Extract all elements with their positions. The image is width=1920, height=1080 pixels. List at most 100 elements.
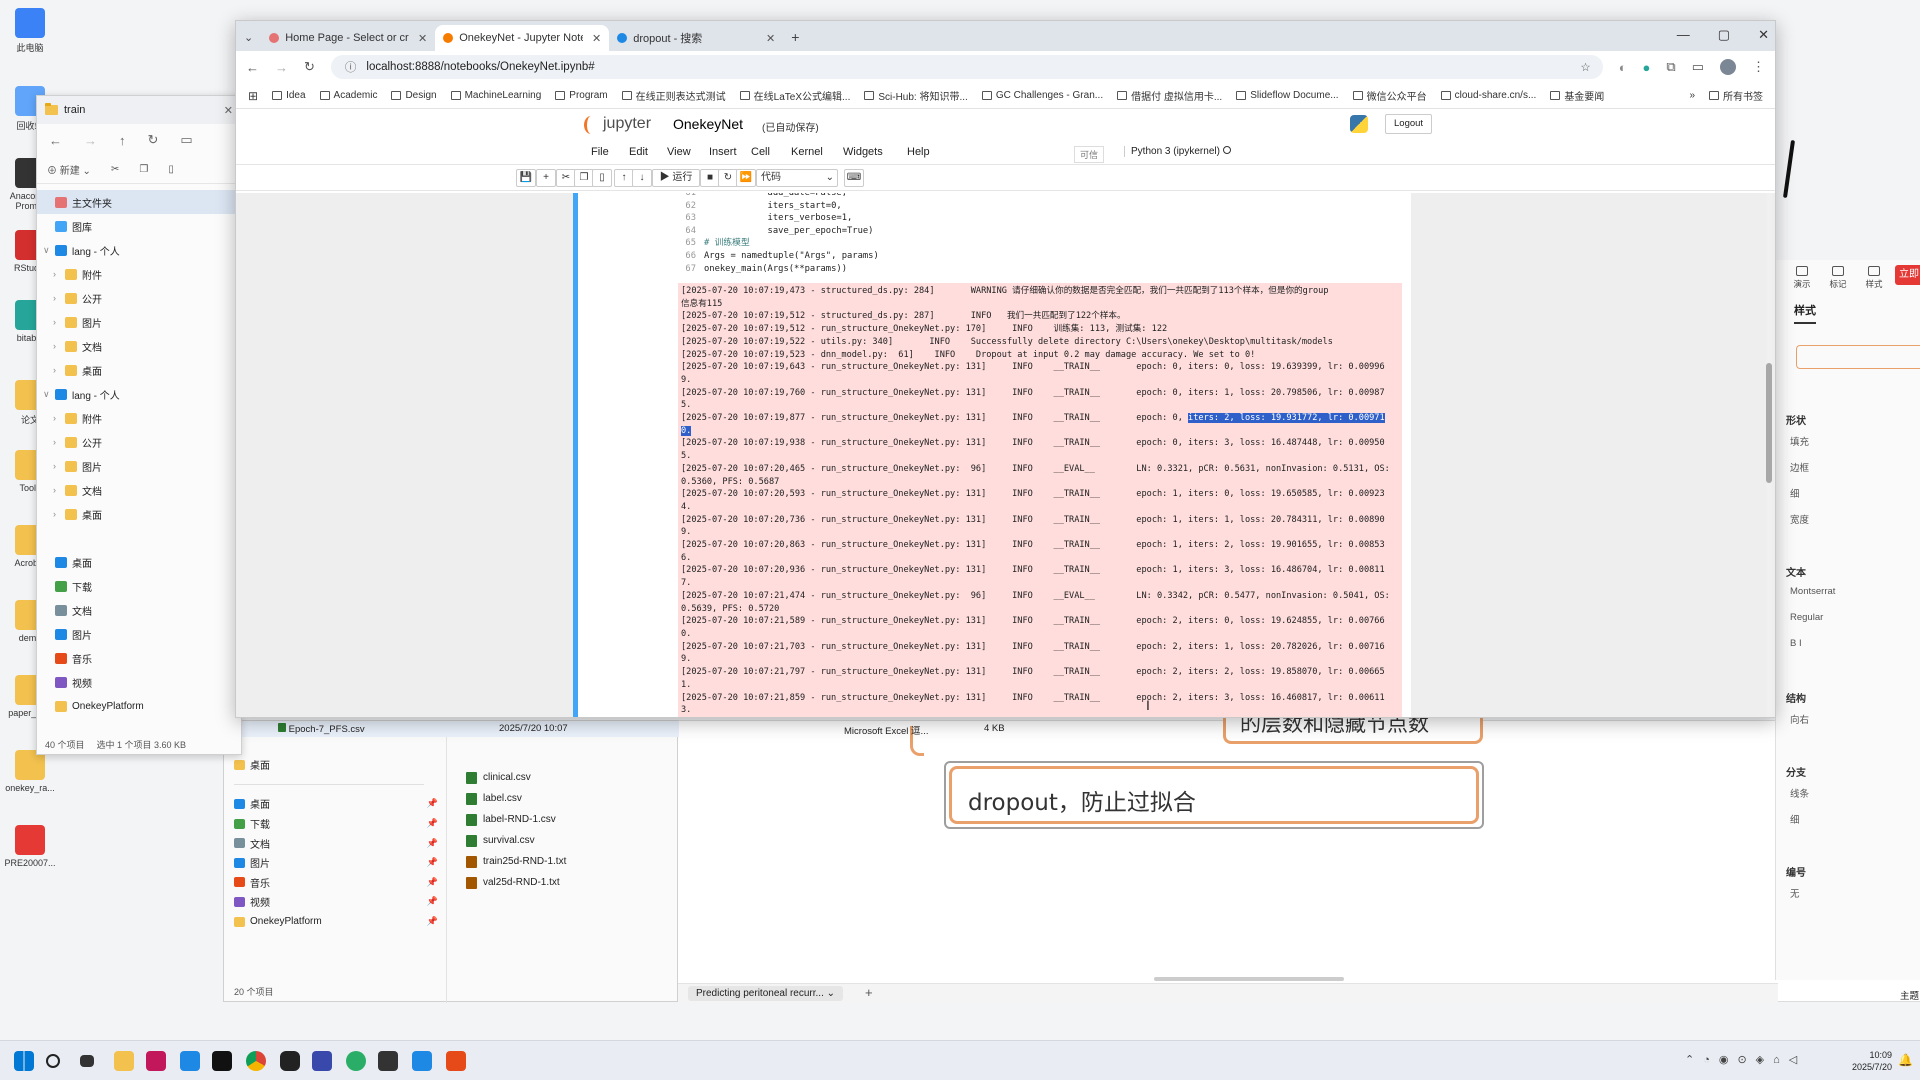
chrome-icon[interactable]: [246, 1051, 266, 1071]
tab-list-icon[interactable]: ⌄: [244, 31, 253, 44]
menu-widgets[interactable]: Widgets: [843, 146, 883, 158]
logout-button[interactable]: Logout: [1385, 114, 1433, 134]
expand-chevron-icon[interactable]: ∨: [43, 389, 55, 400]
nav-item[interactable]: 音乐 📌: [234, 873, 444, 893]
move-up-icon[interactable]: ↑: [614, 169, 634, 187]
nav-item[interactable]: 桌面 📌: [234, 794, 444, 814]
code-cell[interactable]: 61 add_date=False, 62 iters_start=0, 63 it…: [573, 193, 1411, 717]
panel-section-item[interactable]: 细: [1790, 812, 1800, 826]
scrollbar-thumb[interactable]: [1766, 363, 1772, 483]
file-item[interactable]: val25d-RND-1.txt: [456, 872, 676, 893]
file-item[interactable]: label-RND-1.csv: [456, 809, 676, 830]
forward-icon[interactable]: →: [84, 133, 97, 148]
pin-icon[interactable]: 📌: [427, 798, 438, 809]
bookmark-item[interactable]: MachineLearning: [450, 90, 541, 101]
cut-icon[interactable]: ✂: [111, 164, 119, 175]
mindmap-node-dropout[interactable]: dropout，防止过拟合: [949, 766, 1479, 824]
nav-item[interactable]: 下载 📌: [234, 814, 444, 834]
file-explorer-icon[interactable]: [114, 1051, 134, 1071]
task-view-icon[interactable]: [80, 1055, 94, 1067]
app-icon-1[interactable]: [146, 1051, 166, 1071]
pycharm-icon[interactable]: [212, 1051, 232, 1071]
browser-tab[interactable]: OnekeyNet - Jupyter Notebo ✕: [435, 25, 610, 51]
panel-tab-style[interactable]: 样式: [1794, 302, 1816, 324]
tree-item[interactable]: › 附件: [37, 262, 241, 286]
url-field[interactable]: ⓘ localhost:8888/notebooks/OnekeyNet.ipy…: [330, 55, 1603, 79]
tree-item[interactable]: ∨ lang - 个人: [37, 238, 241, 262]
menu-kernel[interactable]: Kernel: [791, 146, 823, 158]
refresh-icon[interactable]: ↻: [148, 132, 159, 148]
tree-item[interactable]: 图库: [37, 214, 241, 238]
panel-section-item[interactable]: Regular: [1790, 612, 1823, 623]
panel-section-item[interactable]: 线条: [1790, 786, 1809, 800]
minimize-icon[interactable]: —: [1677, 27, 1690, 43]
close-window-icon[interactable]: ✕: [1758, 27, 1769, 43]
jupyter-logo-icon[interactable]: [584, 116, 598, 134]
file-row-selected[interactable]: Epoch-7_PFS.csv 2025/7/20 10:07: [224, 721, 679, 737]
panel-mode-button[interactable]: 演示: [1788, 266, 1816, 290]
browser-tab[interactable]: Home Page - Select or create ✕: [261, 25, 435, 51]
tree-item[interactable]: › 文档: [37, 478, 241, 502]
pin-icon[interactable]: 📌: [427, 818, 438, 829]
kernel-indicator[interactable]: Python 3 (ipykernel): [1124, 146, 1231, 157]
bookmark-item[interactable]: cloud-share.cn/s...: [1440, 90, 1536, 101]
panel-footer[interactable]: 主题: [1900, 988, 1919, 1002]
copy-icon[interactable]: ❐: [574, 169, 594, 187]
tree-item[interactable]: › 附件: [37, 406, 241, 430]
tree-item[interactable]: 桌面: [37, 550, 241, 574]
nav-item[interactable]: 桌面: [234, 755, 444, 775]
xmind-icon[interactable]: [446, 1051, 466, 1071]
expand-chevron-icon[interactable]: ›: [53, 365, 65, 375]
close-icon[interactable]: ✕: [224, 104, 233, 117]
desktop-icon[interactable]: onekey_ra...: [4, 750, 56, 793]
panel-section-header[interactable]: 分支: [1786, 764, 1806, 779]
explorer-tab[interactable]: train ✕: [37, 96, 241, 124]
bookmark-item[interactable]: Idea: [272, 90, 306, 101]
pin-icon[interactable]: 📌: [427, 838, 438, 849]
up-icon[interactable]: ↑: [119, 133, 126, 148]
stop-icon[interactable]: ■: [700, 169, 720, 187]
style-preview-box[interactable]: [1796, 345, 1920, 369]
bookmark-item[interactable]: 借据付 虚拟信用卡...: [1117, 88, 1222, 103]
tree-item[interactable]: 下载: [37, 574, 241, 598]
bookmark-item[interactable]: 微信公众平台: [1352, 88, 1427, 103]
bookmark-item[interactable]: 在线正则表达式测试: [621, 88, 726, 103]
expand-chevron-icon[interactable]: ›: [53, 413, 65, 423]
menu-file[interactable]: File: [591, 146, 609, 158]
search-icon[interactable]: [46, 1054, 60, 1068]
reload-icon[interactable]: ↻: [304, 59, 315, 75]
app-icon-3[interactable]: [280, 1051, 300, 1071]
panel-section-item[interactable]: 细: [1790, 486, 1800, 500]
tree-item[interactable]: › 桌面: [37, 502, 241, 526]
pin-icon[interactable]: 📌: [427, 916, 438, 927]
add-tab-icon[interactable]: +: [865, 985, 873, 1000]
expand-chevron-icon[interactable]: ›: [53, 437, 65, 447]
panel-corner-button[interactable]: 立即: [1895, 265, 1920, 285]
trusted-badge[interactable]: 可信: [1074, 146, 1105, 163]
command-palette-icon[interactable]: ⌨: [844, 169, 864, 187]
expand-chevron-icon[interactable]: ›: [53, 461, 65, 471]
close-tab-icon[interactable]: ✕: [418, 32, 427, 45]
run-button[interactable]: ▶ 运行: [652, 169, 700, 187]
back-icon[interactable]: ←: [246, 60, 259, 75]
bookmark-item[interactable]: Sci-Hub: 将知识带...: [864, 88, 968, 103]
all-bookmarks[interactable]: 所有书签: [1709, 88, 1763, 103]
panel-section-item[interactable]: 无: [1790, 886, 1800, 900]
menu-cell[interactable]: Cell: [751, 146, 770, 158]
save-icon[interactable]: 💾: [516, 169, 536, 187]
panel-section-item[interactable]: Montserrat: [1790, 586, 1835, 597]
notification-icon[interactable]: 🔔: [1898, 1053, 1913, 1067]
paste-icon[interactable]: ▯: [168, 164, 174, 175]
expand-chevron-icon[interactable]: ›: [53, 317, 65, 327]
panel-section-item[interactable]: B I: [1790, 638, 1802, 649]
document-tab[interactable]: Predicting peritoneal recurr... ⌄: [688, 986, 844, 1001]
bookmark-item[interactable]: Slideflow Docume...: [1236, 90, 1339, 101]
back-icon[interactable]: ←: [49, 133, 62, 148]
tree-item[interactable]: › 图片: [37, 454, 241, 478]
sidebar-icon[interactable]: ▭: [1692, 59, 1704, 75]
terminal-icon[interactable]: [378, 1051, 398, 1071]
tree-item[interactable]: 视频: [37, 670, 241, 694]
vertical-scrollbar[interactable]: [1766, 193, 1772, 717]
app-icon-2[interactable]: [180, 1051, 200, 1071]
close-tab-icon[interactable]: ✕: [766, 32, 775, 45]
